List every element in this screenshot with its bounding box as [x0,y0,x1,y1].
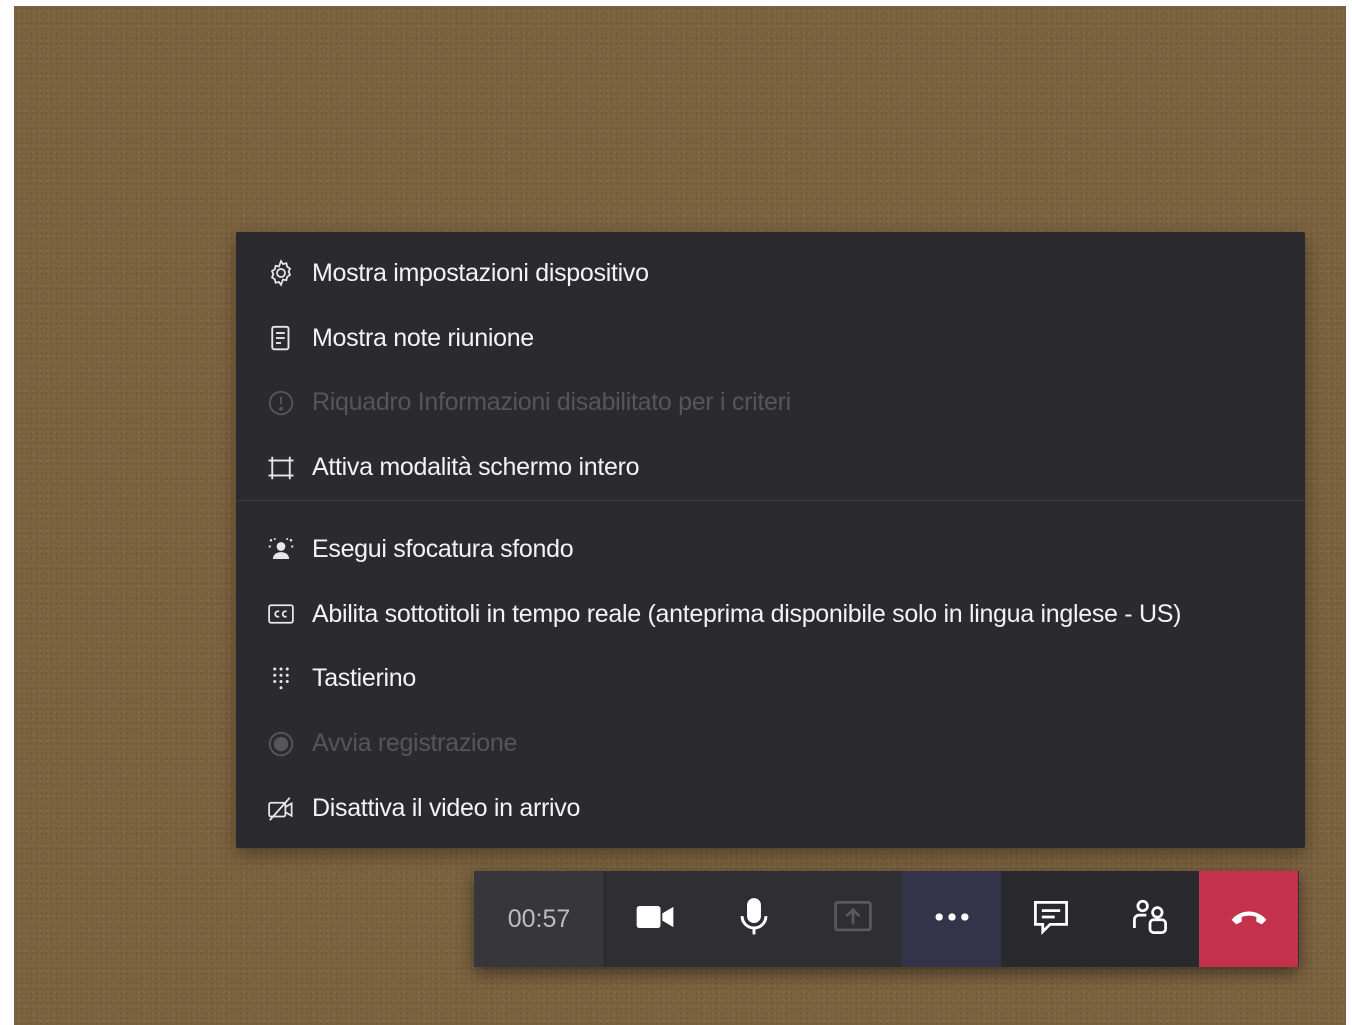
gear-icon [264,256,298,290]
menu-item-disable-incoming-video[interactable]: Disattiva il video in arrivo [236,776,1305,841]
menu-item-label: Mostra impostazioni dispositivo [312,258,649,287]
participants-button[interactable] [1100,871,1199,967]
menu-item-label: Disattiva il video in arrivo [312,794,581,823]
call-timer: 00:57 [474,871,605,967]
menu-item-background-blur[interactable]: Esegui sfocatura sfondo [236,517,1305,582]
participants-icon [1128,895,1172,944]
ellipsis-icon [930,895,974,944]
share-screen-button [803,871,902,967]
closed-captions-icon [264,597,298,631]
menu-group-secondary: Esegui sfocatura sfondo Abilita sottotit… [236,501,1305,841]
menu-group-primary: Mostra impostazioni dispositivo Mostra n… [236,232,1305,500]
share-screen-icon [831,895,875,944]
menu-item-device-settings[interactable]: Mostra impostazioni dispositivo [236,241,1305,306]
video-off-icon [264,792,298,826]
chat-button[interactable] [1001,871,1100,967]
background-blur-icon [264,532,298,566]
video-camera-icon [633,895,677,944]
meeting-notes-icon [264,321,298,355]
video-stage: Mostra impostazioni dispositivo Mostra n… [14,6,1346,1025]
menu-item-meeting-notes[interactable]: Mostra note riunione [236,306,1305,371]
more-actions-button[interactable] [902,871,1001,967]
menu-item-label: Avvia registrazione [312,729,518,758]
menu-item-live-captions[interactable]: Abilita sottotitoli in tempo reale (ante… [236,582,1305,647]
fullscreen-icon [264,451,298,485]
hang-up-button[interactable] [1199,871,1298,967]
dialpad-icon [264,662,298,696]
hang-up-icon [1227,895,1271,944]
more-actions-menu: Mostra impostazioni dispositivo Mostra n… [236,232,1305,848]
menu-item-start-recording: Avvia registrazione [236,711,1305,776]
menu-item-fullscreen[interactable]: Attiva modalità schermo intero [236,435,1305,500]
microphone-icon [732,895,776,944]
info-icon [264,386,298,420]
menu-item-label: Tastierino [312,664,416,693]
menu-item-label: Mostra note riunione [312,323,534,352]
call-toolbar: 00:57 [474,871,1299,967]
menu-item-info-pane: Riquadro Informazioni disabilitato per i… [236,371,1305,436]
camera-button[interactable] [605,871,704,967]
chat-icon [1029,895,1073,944]
record-icon [264,727,298,761]
menu-item-label: Riquadro Informazioni disabilitato per i… [312,388,791,417]
menu-item-label: Attiva modalità schermo intero [312,453,640,482]
microphone-button[interactable] [704,871,803,967]
menu-item-label: Esegui sfocatura sfondo [312,534,574,563]
menu-item-dialpad[interactable]: Tastierino [236,647,1305,712]
menu-item-label: Abilita sottotitoli in tempo reale (ante… [312,599,1182,628]
